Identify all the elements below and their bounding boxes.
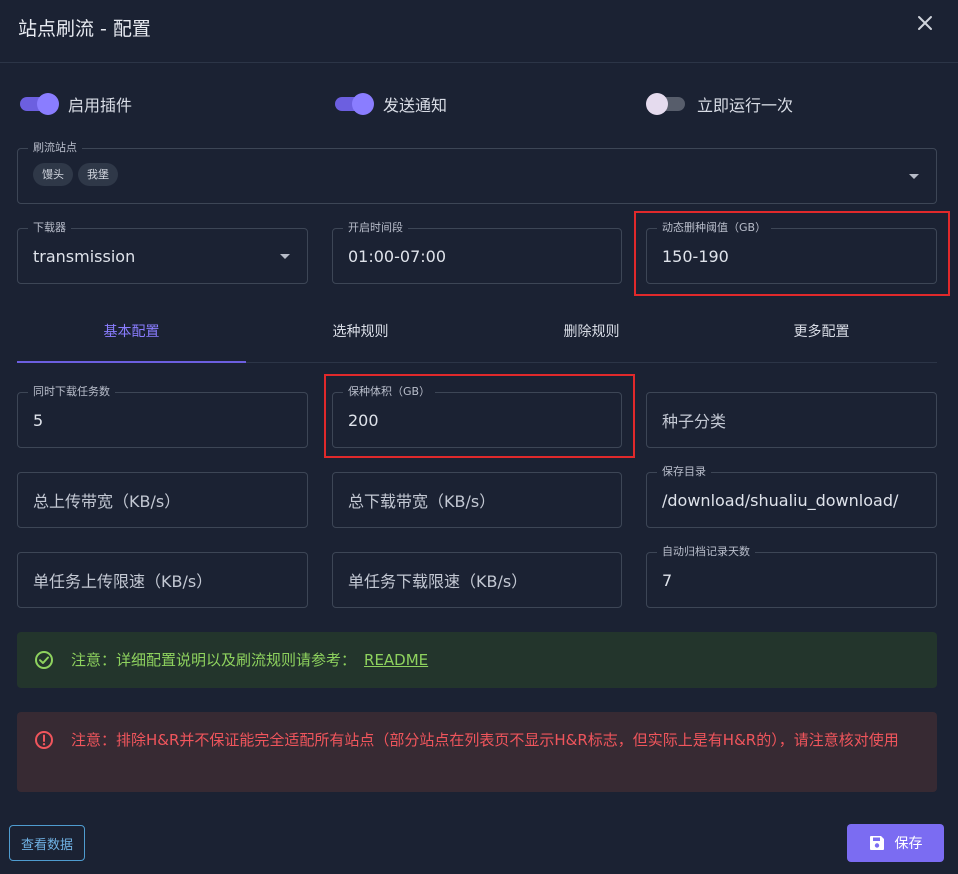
chip-list: 馒头 我堡	[33, 163, 123, 186]
field-value: /download/shualiu_download/	[662, 490, 899, 510]
field-value: 7	[662, 570, 673, 590]
total-upload-input[interactable]: 总上传带宽（KB/s）	[17, 472, 308, 528]
seed-volume-input[interactable]: 保种体积（GB） 200	[332, 384, 622, 448]
task-download-limit-input[interactable]: 单任务下载限速（KB/s）	[332, 552, 622, 608]
close-icon[interactable]	[912, 10, 938, 36]
field-value: 150-190	[662, 246, 729, 266]
save-button[interactable]: 保存	[847, 824, 944, 862]
toggle-send-notification[interactable]: 发送通知	[333, 92, 447, 116]
field-placeholder: 种子分类	[662, 412, 727, 431]
tab-indicator	[17, 361, 246, 363]
readme-link[interactable]: README	[364, 651, 428, 669]
sites-select[interactable]: 刷流站点 馒头 我堡	[17, 140, 937, 204]
check-circle-icon	[35, 651, 53, 669]
torrent-category-input[interactable]: 种子分类	[646, 392, 937, 448]
field-label: 刷流站点	[28, 140, 82, 156]
info-alert: 注意：详细配置说明以及刷流规则请参考： README	[17, 632, 937, 688]
site-chip[interactable]: 我堡	[78, 163, 118, 186]
tab-more-config[interactable]: 更多配置	[707, 300, 936, 362]
time-range-input[interactable]: 开启时间段 01:00-07:00	[332, 220, 622, 284]
toggle-label: 立即运行一次	[697, 96, 794, 115]
task-upload-limit-input[interactable]: 单任务上传限速（KB/s）	[17, 552, 308, 608]
toggle-knob[interactable]	[352, 93, 374, 115]
field-value: transmission	[33, 246, 136, 266]
dialog-title: 站点刷流 - 配置	[18, 18, 151, 40]
toggle-label: 启用插件	[68, 96, 133, 115]
alert-message: 注意：详细配置说明以及刷流规则请参考：	[71, 651, 357, 669]
field-placeholder: 总下载带宽（KB/s）	[348, 492, 496, 511]
toggle-track[interactable]	[20, 93, 59, 115]
tab-delete-rules[interactable]: 删除规则	[477, 300, 706, 362]
field-value: 200	[348, 410, 379, 430]
field-value: 5	[33, 410, 44, 430]
dialog-header: 站点刷流 - 配置	[0, 0, 958, 63]
alert-circle-icon	[35, 731, 53, 749]
toggle-enable-plugin[interactable]: 启用插件	[18, 92, 132, 116]
save-button-label: 保存	[894, 836, 923, 852]
total-download-input[interactable]: 总下载带宽（KB/s）	[332, 472, 622, 528]
field-placeholder: 单任务下载限速（KB/s）	[348, 572, 528, 591]
toggle-knob[interactable]	[37, 93, 59, 115]
tab-basic-config[interactable]: 基本配置	[17, 300, 246, 362]
toggle-track[interactable]	[646, 93, 685, 115]
site-chip[interactable]: 馒头	[33, 163, 73, 186]
floppy-disk-icon	[869, 836, 884, 850]
alert-message: 注意：排除H&R并不保证能完全适配所有站点（部分站点在列表页不显示H&R标志，但…	[71, 731, 899, 749]
save-dir-input[interactable]: 保存目录 /download/shualiu_download/	[646, 464, 937, 528]
archive-days-input[interactable]: 自动归档记录天数 7	[646, 544, 937, 608]
downloader-select[interactable]: 下载器 transmission	[17, 220, 308, 284]
warning-alert: 注意：排除H&R并不保证能完全适配所有站点（部分站点在列表页不显示H&R标志，但…	[17, 712, 937, 792]
view-data-button[interactable]: 查看数据	[9, 825, 85, 861]
toggle-knob[interactable]	[646, 93, 668, 115]
concurrent-tasks-input[interactable]: 同时下载任务数 5	[17, 384, 308, 448]
chevron-down-icon[interactable]	[909, 174, 919, 179]
toggle-track[interactable]	[335, 93, 374, 115]
field-value: 01:00-07:00	[348, 246, 446, 266]
dynamic-threshold-input[interactable]: 动态删种阈值（GB） 150-190	[646, 220, 937, 284]
field-placeholder: 总上传带宽（KB/s）	[33, 492, 181, 511]
alert-text: 注意：详细配置说明以及刷流规则请参考： README	[71, 648, 917, 672]
tab-selection-rules[interactable]: 选种规则	[246, 300, 475, 362]
toggle-label: 发送通知	[383, 96, 448, 115]
chevron-down-icon[interactable]	[280, 254, 290, 259]
field-placeholder: 单任务上传限速（KB/s）	[33, 572, 213, 591]
toggle-run-once[interactable]: 立即运行一次	[646, 92, 794, 116]
